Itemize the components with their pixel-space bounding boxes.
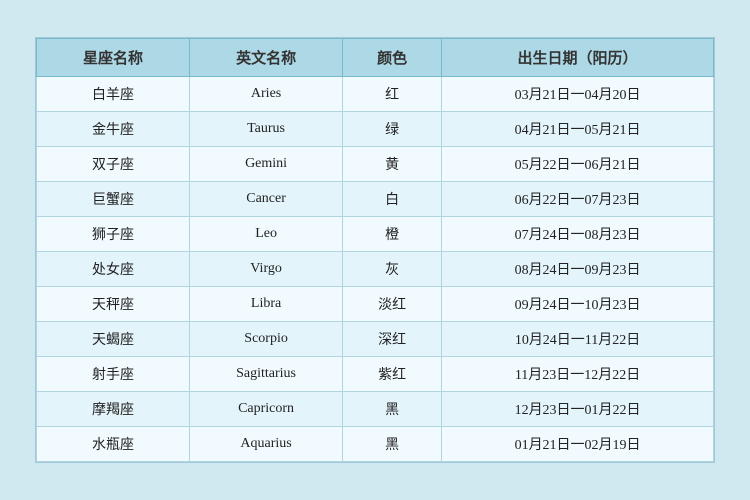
cell-color: 紫红 bbox=[343, 357, 442, 392]
table-row: 天秤座Libra淡红09月24日一10月23日 bbox=[37, 287, 714, 322]
cell-english-name: Virgo bbox=[190, 252, 343, 287]
cell-english-name: Aries bbox=[190, 77, 343, 112]
table-row: 射手座Sagittarius紫红11月23日一12月22日 bbox=[37, 357, 714, 392]
header-birth-date: 出生日期（阳历） bbox=[442, 39, 714, 77]
cell-color: 黑 bbox=[343, 427, 442, 462]
cell-dates: 10月24日一11月22日 bbox=[442, 322, 714, 357]
cell-chinese-name: 双子座 bbox=[37, 147, 190, 182]
cell-english-name: Gemini bbox=[190, 147, 343, 182]
cell-chinese-name: 白羊座 bbox=[37, 77, 190, 112]
table-row: 巨蟹座Cancer白06月22日一07月23日 bbox=[37, 182, 714, 217]
header-color: 颜色 bbox=[343, 39, 442, 77]
cell-chinese-name: 天蝎座 bbox=[37, 322, 190, 357]
zodiac-table: 星座名称 英文名称 颜色 出生日期（阳历） 白羊座Aries红03月21日一04… bbox=[36, 38, 714, 462]
cell-color: 黄 bbox=[343, 147, 442, 182]
table-header-row: 星座名称 英文名称 颜色 出生日期（阳历） bbox=[37, 39, 714, 77]
table-row: 狮子座Leo橙07月24日一08月23日 bbox=[37, 217, 714, 252]
cell-dates: 03月21日一04月20日 bbox=[442, 77, 714, 112]
cell-dates: 04月21日一05月21日 bbox=[442, 112, 714, 147]
cell-dates: 01月21日一02月19日 bbox=[442, 427, 714, 462]
cell-dates: 05月22日一06月21日 bbox=[442, 147, 714, 182]
cell-chinese-name: 摩羯座 bbox=[37, 392, 190, 427]
zodiac-table-container: 星座名称 英文名称 颜色 出生日期（阳历） 白羊座Aries红03月21日一04… bbox=[35, 37, 715, 463]
cell-color: 深红 bbox=[343, 322, 442, 357]
cell-dates: 06月22日一07月23日 bbox=[442, 182, 714, 217]
cell-english-name: Capricorn bbox=[190, 392, 343, 427]
table-row: 天蝎座Scorpio深红10月24日一11月22日 bbox=[37, 322, 714, 357]
cell-english-name: Taurus bbox=[190, 112, 343, 147]
cell-color: 红 bbox=[343, 77, 442, 112]
cell-chinese-name: 巨蟹座 bbox=[37, 182, 190, 217]
cell-dates: 08月24日一09月23日 bbox=[442, 252, 714, 287]
cell-english-name: Aquarius bbox=[190, 427, 343, 462]
cell-chinese-name: 水瓶座 bbox=[37, 427, 190, 462]
cell-chinese-name: 天秤座 bbox=[37, 287, 190, 322]
cell-color: 白 bbox=[343, 182, 442, 217]
cell-english-name: Leo bbox=[190, 217, 343, 252]
table-row: 水瓶座Aquarius黑01月21日一02月19日 bbox=[37, 427, 714, 462]
table-row: 金牛座Taurus绿04月21日一05月21日 bbox=[37, 112, 714, 147]
cell-color: 绿 bbox=[343, 112, 442, 147]
cell-color: 黑 bbox=[343, 392, 442, 427]
table-row: 摩羯座Capricorn黑12月23日一01月22日 bbox=[37, 392, 714, 427]
cell-color: 橙 bbox=[343, 217, 442, 252]
cell-chinese-name: 射手座 bbox=[37, 357, 190, 392]
cell-chinese-name: 处女座 bbox=[37, 252, 190, 287]
cell-english-name: Libra bbox=[190, 287, 343, 322]
cell-chinese-name: 狮子座 bbox=[37, 217, 190, 252]
table-body: 白羊座Aries红03月21日一04月20日金牛座Taurus绿04月21日一0… bbox=[37, 77, 714, 462]
cell-dates: 09月24日一10月23日 bbox=[442, 287, 714, 322]
cell-dates: 07月24日一08月23日 bbox=[442, 217, 714, 252]
header-english-name: 英文名称 bbox=[190, 39, 343, 77]
header-chinese-name: 星座名称 bbox=[37, 39, 190, 77]
cell-english-name: Scorpio bbox=[190, 322, 343, 357]
cell-dates: 11月23日一12月22日 bbox=[442, 357, 714, 392]
cell-color: 淡红 bbox=[343, 287, 442, 322]
table-row: 白羊座Aries红03月21日一04月20日 bbox=[37, 77, 714, 112]
table-row: 双子座Gemini黄05月22日一06月21日 bbox=[37, 147, 714, 182]
cell-color: 灰 bbox=[343, 252, 442, 287]
cell-dates: 12月23日一01月22日 bbox=[442, 392, 714, 427]
table-row: 处女座Virgo灰08月24日一09月23日 bbox=[37, 252, 714, 287]
cell-english-name: Cancer bbox=[190, 182, 343, 217]
cell-chinese-name: 金牛座 bbox=[37, 112, 190, 147]
cell-english-name: Sagittarius bbox=[190, 357, 343, 392]
